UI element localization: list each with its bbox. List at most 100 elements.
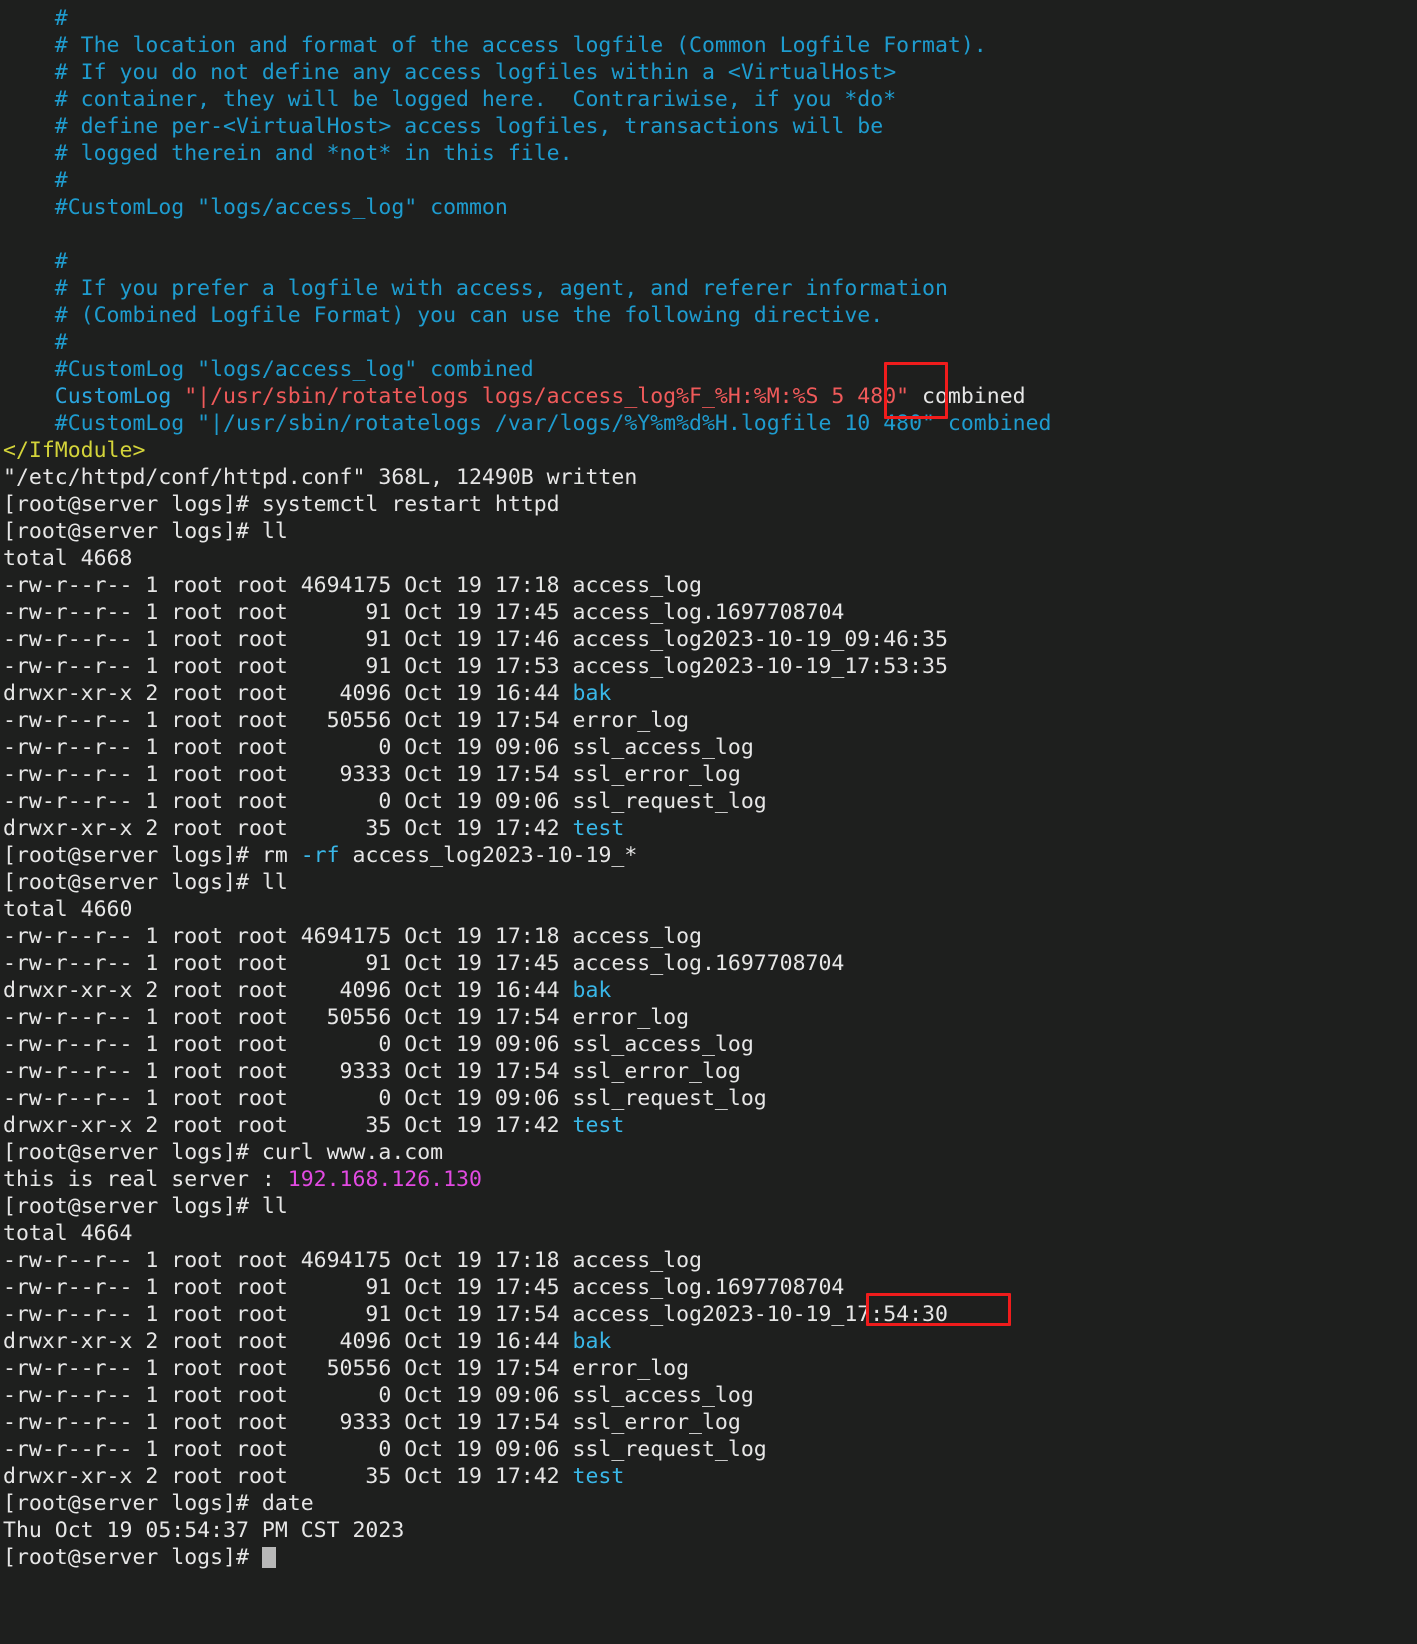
terminal-text-dir: test — [573, 1464, 625, 1489]
terminal-text-plain: [root@server logs]# ll — [3, 1194, 288, 1219]
terminal-text-comment: # — [3, 330, 68, 355]
terminal-line: #CustomLog "logs/access_log" common — [0, 194, 1417, 221]
terminal-line: -rw-r--r-- 1 root root 91 Oct 19 17:45 a… — [0, 599, 1417, 626]
terminal-line: # If you prefer a logfile with access, a… — [0, 275, 1417, 302]
terminal-text-plain: -rw-r--r-- 1 root root 9333 Oct 19 17:54… — [3, 1059, 741, 1084]
terminal-text-comment: # If you prefer a logfile with access, a… — [3, 276, 948, 301]
terminal-line: # The location and format of the access … — [0, 32, 1417, 59]
terminal-line: # (Combined Logfile Format) you can use … — [0, 302, 1417, 329]
terminal-line: -rw-r--r-- 1 root root 91 Oct 19 17:54 a… — [0, 1301, 1417, 1328]
terminal-line: #CustomLog "logs/access_log" combined — [0, 356, 1417, 383]
terminal-text-plain: -rw-r--r-- 1 root root 91 Oct 19 17:46 a… — [3, 627, 948, 652]
terminal-text-plain: [root@server logs]# date — [3, 1491, 314, 1516]
terminal-line: -rw-r--r-- 1 root root 4694175 Oct 19 17… — [0, 923, 1417, 950]
terminal-line: # — [0, 248, 1417, 275]
terminal-text-comment: # If you do not define any access logfil… — [3, 60, 896, 85]
terminal-text-plain: -rw-r--r-- 1 root root 50556 Oct 19 17:5… — [3, 708, 689, 733]
terminal-line: -rw-r--r-- 1 root root 4694175 Oct 19 17… — [0, 572, 1417, 599]
terminal-line: -rw-r--r-- 1 root root 91 Oct 19 17:46 a… — [0, 626, 1417, 653]
terminal-line: -rw-r--r-- 1 root root 0 Oct 19 09:06 ss… — [0, 1031, 1417, 1058]
terminal-line: [root@server logs]# curl www.a.com — [0, 1139, 1417, 1166]
terminal-text-ip: 192.168.126.130 — [288, 1167, 482, 1192]
terminal-text-plain: -rw-r--r-- 1 root root 50556 Oct 19 17:5… — [3, 1005, 689, 1030]
terminal-text-plain: [root@server logs]# ll — [3, 870, 288, 895]
terminal-text-plain: [root@server logs]# rm — [3, 843, 301, 868]
terminal-line: [root@server logs]# date — [0, 1490, 1417, 1517]
terminal-text-dir: bak — [573, 681, 612, 706]
terminal-line: [root@server logs]# rm -rf access_log202… — [0, 842, 1417, 869]
terminal-text-comment: # define per-<VirtualHost> access logfil… — [3, 114, 883, 139]
terminal-text-plain: -rw-r--r-- 1 root root 0 Oct 19 09:06 ss… — [3, 789, 767, 814]
terminal-text-keyword: CustomLog — [3, 384, 184, 409]
terminal-line: [root@server logs]# — [0, 1544, 1417, 1571]
terminal-text-plain: -rw-r--r-- 1 root root 0 Oct 19 09:06 ss… — [3, 735, 754, 760]
terminal-line: # — [0, 5, 1417, 32]
terminal-line: -rw-r--r-- 1 root root 0 Oct 19 09:06 ss… — [0, 788, 1417, 815]
terminal-line: # — [0, 329, 1417, 356]
terminal-text-dir: bak — [573, 978, 612, 1003]
terminal-line: </IfModule> — [0, 437, 1417, 464]
terminal-line: -rw-r--r-- 1 root root 4694175 Oct 19 17… — [0, 1247, 1417, 1274]
terminal-cursor — [262, 1547, 276, 1568]
terminal-line: -rw-r--r-- 1 root root 0 Oct 19 09:06 ss… — [0, 1382, 1417, 1409]
terminal-text-dir: test — [573, 816, 625, 841]
terminal-output: # # The location and format of the acces… — [0, 5, 1417, 1571]
terminal-line: drwxr-xr-x 2 root root 4096 Oct 19 16:44… — [0, 1328, 1417, 1355]
terminal-line: drwxr-xr-x 2 root root 35 Oct 19 17:42 t… — [0, 815, 1417, 842]
terminal-text-comment: #CustomLog "logs/access_log" common — [3, 195, 508, 220]
terminal-text-plain: -rw-r--r-- 1 root root 0 Oct 19 09:06 ss… — [3, 1383, 754, 1408]
terminal-text-plain: -rw-r--r-- 1 root root 9333 Oct 19 17:54… — [3, 762, 741, 787]
terminal-window[interactable]: # # The location and format of the acces… — [0, 5, 1417, 1644]
terminal-line: -rw-r--r-- 1 root root 50556 Oct 19 17:5… — [0, 1355, 1417, 1382]
terminal-text-plain: total 4664 — [3, 1221, 132, 1246]
terminal-line — [0, 221, 1417, 248]
terminal-line: # If you do not define any access logfil… — [0, 59, 1417, 86]
terminal-text-plain: drwxr-xr-x 2 root root 4096 Oct 19 16:44 — [3, 681, 573, 706]
terminal-text-plain: [root@server logs]# — [3, 1545, 262, 1570]
terminal-text-plain: [root@server logs]# curl www.a.com — [3, 1140, 443, 1165]
terminal-line: drwxr-xr-x 2 root root 4096 Oct 19 16:44… — [0, 680, 1417, 707]
terminal-text-plain: drwxr-xr-x 2 root root 4096 Oct 19 16:44 — [3, 1329, 573, 1354]
terminal-line: [root@server logs]# ll — [0, 518, 1417, 545]
terminal-line: total 4668 — [0, 545, 1417, 572]
terminal-text-comment: #CustomLog "|/usr/sbin/rotatelogs /var/l… — [3, 411, 1051, 436]
terminal-text-plain: access_log2023-10-19_* — [340, 843, 638, 868]
terminal-text-comment: # — [3, 168, 68, 193]
terminal-text-opt: -rf — [301, 843, 340, 868]
terminal-line: -rw-r--r-- 1 root root 91 Oct 19 17:45 a… — [0, 1274, 1417, 1301]
terminal-text-plain: -rw-r--r-- 1 root root 4694175 Oct 19 17… — [3, 1248, 702, 1273]
terminal-text-plain: [root@server logs]# ll — [3, 519, 288, 544]
terminal-text-plain: drwxr-xr-x 2 root root 35 Oct 19 17:42 — [3, 1464, 573, 1489]
terminal-text-plain: -rw-r--r-- 1 root root 91 Oct 19 17:53 a… — [3, 654, 948, 679]
terminal-text-dir: bak — [573, 1329, 612, 1354]
terminal-text-plain: -rw-r--r-- 1 root root 4694175 Oct 19 17… — [3, 924, 702, 949]
terminal-text-plain: total 4660 — [3, 897, 132, 922]
terminal-text-plain: "/etc/httpd/conf/httpd.conf" 368L, 12490… — [3, 465, 637, 490]
terminal-line: [root@server logs]# systemctl restart ht… — [0, 491, 1417, 518]
terminal-text-plain: total 4668 — [3, 546, 132, 571]
terminal-line: # define per-<VirtualHost> access logfil… — [0, 113, 1417, 140]
terminal-line: -rw-r--r-- 1 root root 50556 Oct 19 17:5… — [0, 1004, 1417, 1031]
terminal-line: -rw-r--r-- 1 root root 0 Oct 19 09:06 ss… — [0, 734, 1417, 761]
terminal-line: [root@server logs]# ll — [0, 869, 1417, 896]
terminal-text-plain: -rw-r--r-- 1 root root 91 Oct 19 17:54 a… — [3, 1302, 948, 1327]
terminal-text-plain: drwxr-xr-x 2 root root 35 Oct 19 17:42 — [3, 816, 573, 841]
terminal-text-comment: # — [3, 249, 68, 274]
terminal-line: drwxr-xr-x 2 root root 4096 Oct 19 16:44… — [0, 977, 1417, 1004]
terminal-line: total 4660 — [0, 896, 1417, 923]
terminal-text-comment: # — [3, 6, 68, 31]
terminal-line: #CustomLog "|/usr/sbin/rotatelogs /var/l… — [0, 410, 1417, 437]
terminal-line: drwxr-xr-x 2 root root 35 Oct 19 17:42 t… — [0, 1463, 1417, 1490]
terminal-text-plain: -rw-r--r-- 1 root root 0 Oct 19 09:06 ss… — [3, 1086, 767, 1111]
terminal-text-string: "|/usr/sbin/rotatelogs logs/access_log%F… — [184, 384, 909, 409]
terminal-text-plain: -rw-r--r-- 1 root root 91 Oct 19 17:45 a… — [3, 1275, 844, 1300]
terminal-text-tag: </IfModule> — [3, 438, 145, 463]
terminal-text-comment: # logged therein and *not* in this file. — [3, 141, 573, 166]
terminal-line: -rw-r--r-- 1 root root 9333 Oct 19 17:54… — [0, 761, 1417, 788]
terminal-line: -rw-r--r-- 1 root root 50556 Oct 19 17:5… — [0, 707, 1417, 734]
terminal-line: drwxr-xr-x 2 root root 35 Oct 19 17:42 t… — [0, 1112, 1417, 1139]
terminal-line: -rw-r--r-- 1 root root 9333 Oct 19 17:54… — [0, 1409, 1417, 1436]
terminal-text-plain: -rw-r--r-- 1 root root 91 Oct 19 17:45 a… — [3, 600, 844, 625]
terminal-text-plain: -rw-r--r-- 1 root root 0 Oct 19 09:06 ss… — [3, 1032, 754, 1057]
terminal-text-plain: Thu Oct 19 05:54:37 PM CST 2023 — [3, 1518, 404, 1543]
